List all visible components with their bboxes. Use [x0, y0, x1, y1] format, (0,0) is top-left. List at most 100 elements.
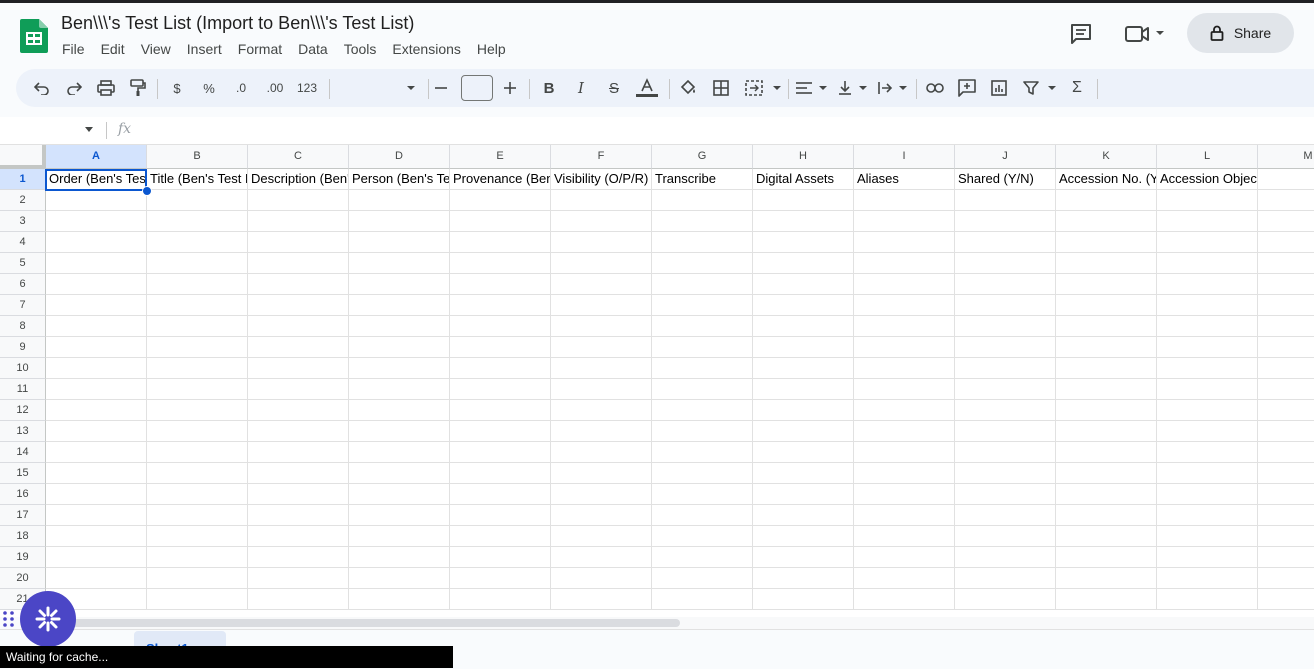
cell-g20[interactable]	[652, 568, 753, 589]
increase-font-size-icon[interactable]	[502, 69, 518, 107]
row-header-16[interactable]: 16	[0, 484, 46, 505]
cell-e2[interactable]	[450, 190, 551, 211]
cell-d6[interactable]	[349, 274, 450, 295]
cell-h8[interactable]	[753, 316, 854, 337]
cell-c13[interactable]	[248, 421, 349, 442]
column-header-a[interactable]: A	[46, 145, 147, 169]
cell-a12[interactable]	[46, 400, 147, 421]
cell-j9[interactable]	[955, 337, 1056, 358]
cell-m13[interactable]	[1258, 421, 1314, 442]
cell-h9[interactable]	[753, 337, 854, 358]
cell-i14[interactable]	[854, 442, 955, 463]
row-header-20[interactable]: 20	[0, 568, 46, 589]
cell-i15[interactable]	[854, 463, 955, 484]
cell-b2[interactable]	[147, 190, 248, 211]
cell-c16[interactable]	[248, 484, 349, 505]
cell-l8[interactable]	[1157, 316, 1258, 337]
row-header-19[interactable]: 19	[0, 547, 46, 568]
cell-l15[interactable]	[1157, 463, 1258, 484]
cell-i19[interactable]	[854, 547, 955, 568]
cell-m12[interactable]	[1258, 400, 1314, 421]
column-header-i[interactable]: I	[854, 145, 955, 169]
cell-d20[interactable]	[349, 568, 450, 589]
cell-d14[interactable]	[349, 442, 450, 463]
cell-g3[interactable]	[652, 211, 753, 232]
row-header-14[interactable]: 14	[0, 442, 46, 463]
cell-e5[interactable]	[450, 253, 551, 274]
cell-k4[interactable]	[1056, 232, 1157, 253]
cell-l11[interactable]	[1157, 379, 1258, 400]
cell-f14[interactable]	[551, 442, 652, 463]
cell-b8[interactable]	[147, 316, 248, 337]
cell-m10[interactable]	[1258, 358, 1314, 379]
cell-l9[interactable]	[1157, 337, 1258, 358]
cell-m14[interactable]	[1258, 442, 1314, 463]
cell-l16[interactable]	[1157, 484, 1258, 505]
font-family-dropdown[interactable]	[404, 69, 418, 107]
row-header-8[interactable]: 8	[0, 316, 46, 337]
menu-extensions[interactable]: Extensions	[392, 41, 460, 57]
cell-l2[interactable]	[1157, 190, 1258, 211]
cell-d1[interactable]: Person (Ben's Test List)	[349, 169, 450, 190]
cell-k8[interactable]	[1056, 316, 1157, 337]
cell-d16[interactable]	[349, 484, 450, 505]
cell-e13[interactable]	[450, 421, 551, 442]
cell-e1[interactable]: Provenance (Ben's Test List)	[450, 169, 551, 190]
drag-handle-icon[interactable]	[2, 610, 16, 628]
cell-m15[interactable]	[1258, 463, 1314, 484]
cell-a7[interactable]	[46, 295, 147, 316]
column-header-c[interactable]: C	[248, 145, 349, 169]
cell-m5[interactable]	[1258, 253, 1314, 274]
cell-h20[interactable]	[753, 568, 854, 589]
cell-b10[interactable]	[147, 358, 248, 379]
cell-h21[interactable]	[753, 589, 854, 610]
cell-i8[interactable]	[854, 316, 955, 337]
name-box-chevron-down-icon[interactable]	[85, 127, 93, 132]
row-header-11[interactable]: 11	[0, 379, 46, 400]
cell-k17[interactable]	[1056, 505, 1157, 526]
comments-icon[interactable]	[1069, 23, 1093, 45]
cell-e9[interactable]	[450, 337, 551, 358]
cell-m1[interactable]	[1258, 169, 1314, 190]
cell-a5[interactable]	[46, 253, 147, 274]
cell-j17[interactable]	[955, 505, 1056, 526]
row-header-10[interactable]: 10	[0, 358, 46, 379]
cell-j13[interactable]	[955, 421, 1056, 442]
cell-l4[interactable]	[1157, 232, 1258, 253]
cell-b13[interactable]	[147, 421, 248, 442]
functions-icon[interactable]: Σ	[1068, 69, 1086, 107]
cell-c4[interactable]	[248, 232, 349, 253]
cell-j16[interactable]	[955, 484, 1056, 505]
cell-h5[interactable]	[753, 253, 854, 274]
cell-k20[interactable]	[1056, 568, 1157, 589]
cell-h17[interactable]	[753, 505, 854, 526]
cell-e10[interactable]	[450, 358, 551, 379]
cell-d7[interactable]	[349, 295, 450, 316]
cell-f18[interactable]	[551, 526, 652, 547]
cell-i13[interactable]	[854, 421, 955, 442]
cell-e16[interactable]	[450, 484, 551, 505]
select-all-corner[interactable]	[0, 145, 46, 169]
cell-j15[interactable]	[955, 463, 1056, 484]
cell-f7[interactable]	[551, 295, 652, 316]
cell-e12[interactable]	[450, 400, 551, 421]
cell-d21[interactable]	[349, 589, 450, 610]
cell-b16[interactable]	[147, 484, 248, 505]
cell-f13[interactable]	[551, 421, 652, 442]
cell-m16[interactable]	[1258, 484, 1314, 505]
cell-c1[interactable]: Description (Ben's Test List)	[248, 169, 349, 190]
cell-d17[interactable]	[349, 505, 450, 526]
cell-g17[interactable]	[652, 505, 753, 526]
cell-b3[interactable]	[147, 211, 248, 232]
strikethrough-icon[interactable]: S	[604, 69, 624, 107]
cell-k16[interactable]	[1056, 484, 1157, 505]
cell-f11[interactable]	[551, 379, 652, 400]
cell-j21[interactable]	[955, 589, 1056, 610]
cell-f3[interactable]	[551, 211, 652, 232]
cell-e7[interactable]	[450, 295, 551, 316]
cell-c6[interactable]	[248, 274, 349, 295]
row-header-12[interactable]: 12	[0, 400, 46, 421]
row-header-4[interactable]: 4	[0, 232, 46, 253]
cell-g1[interactable]: Transcribe	[652, 169, 753, 190]
cell-b12[interactable]	[147, 400, 248, 421]
